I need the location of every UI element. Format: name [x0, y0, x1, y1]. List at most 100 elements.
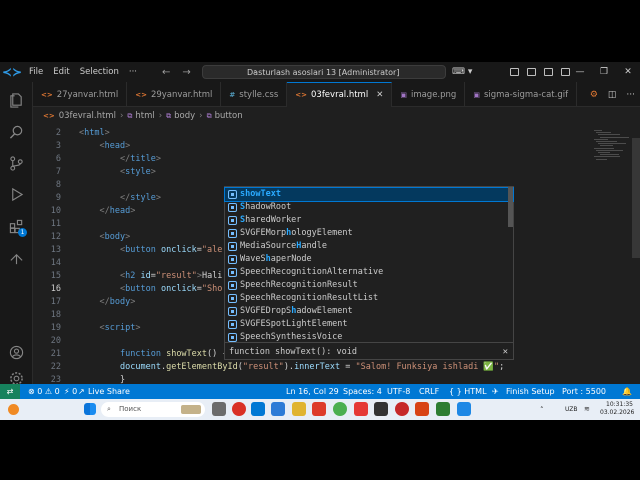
suggest-item[interactable]: WaveShaperNode	[225, 253, 513, 266]
menu-file[interactable]: File	[24, 62, 48, 82]
suggest-item[interactable]: SVGFEMorphologyElement	[225, 227, 513, 240]
live-share-button[interactable]: Live Share	[88, 384, 130, 399]
suggest-detail: function showText(): void ✕	[225, 342, 513, 360]
explorer-icon[interactable]	[0, 86, 33, 114]
indentation[interactable]: Spaces: 4	[343, 384, 382, 399]
app-icon[interactable]	[457, 402, 471, 416]
live-share-icon[interactable]: ↗	[78, 384, 85, 399]
rocket-icon: ✈	[492, 387, 499, 396]
port-button[interactable]: Port : 5500	[562, 384, 606, 399]
forward-arrow-icon[interactable]: →	[176, 67, 196, 78]
weather-icon[interactable]	[8, 404, 19, 415]
open-changes-icon[interactable]: ⚙	[585, 90, 603, 100]
tab-stylle-css[interactable]: # stylle.css	[221, 82, 288, 107]
search-icon[interactable]	[0, 118, 33, 146]
line-number: 22	[50, 362, 61, 372]
menu-edit[interactable]: Edit	[48, 62, 74, 82]
chevron-right-icon: ›	[199, 111, 203, 121]
suggest-item[interactable]: ShadowRoot	[225, 201, 513, 214]
split-editor-icon[interactable]: ◫	[603, 90, 622, 100]
notifications-bell-icon[interactable]: 🔔	[622, 384, 632, 399]
menu-more[interactable]: ···	[124, 62, 142, 82]
html-file-icon: <>	[135, 90, 147, 99]
remote-explorer-icon[interactable]	[0, 244, 33, 272]
app-icon[interactable]	[415, 402, 429, 416]
language-mode[interactable]: { } HTML	[449, 384, 487, 399]
run-debug-icon[interactable]	[0, 180, 33, 208]
command-center-search[interactable]: ⌕ Dasturlash asoslari 13 [Administrator]	[202, 65, 446, 79]
app-icon[interactable]	[374, 402, 388, 416]
code-text: </body>	[99, 297, 136, 307]
code-line[interactable]: 3 <head>	[33, 140, 618, 153]
tab-03fevral[interactable]: <> 03fevral.html ✕	[287, 82, 393, 107]
language-indicator[interactable]: UZB	[565, 406, 578, 413]
end-of-line[interactable]: CRLF	[419, 384, 439, 399]
suggest-item[interactable]: MediaSourceHandle	[225, 240, 513, 253]
code-line[interactable]: 2 <html>	[33, 127, 618, 140]
code-line[interactable]: 22 document.getElementById("result").inne…	[33, 361, 618, 374]
suggest-item[interactable]: SharedWorker	[225, 214, 513, 227]
app-icon[interactable]	[436, 402, 450, 416]
tab-27yanvar[interactable]: <> 27yanvar.html	[33, 82, 128, 107]
problems-indicator[interactable]: ⊗ 0 ⚠ 0	[28, 384, 60, 399]
minimap-line	[600, 154, 619, 156]
editor-scrollbar[interactable]	[632, 138, 640, 258]
suggest-item[interactable]: SpeechRecognitionAlternative	[225, 266, 513, 279]
vscode-taskbar-icon[interactable]	[251, 402, 265, 416]
taskbar-search-placeholder: Поиск	[119, 405, 142, 413]
app-icon[interactable]	[312, 402, 326, 416]
cursor-position[interactable]: Ln 16, Col 29	[286, 384, 339, 399]
task-view-icon[interactable]	[212, 402, 226, 416]
breadcrumb-button[interactable]: button	[215, 111, 243, 121]
suggest-item[interactable]: SVGFESpotLightElement	[225, 318, 513, 331]
more-actions-icon[interactable]: ···	[621, 90, 640, 100]
wifi-icon[interactable]: ≋	[584, 405, 590, 413]
css-file-icon: #	[229, 90, 236, 99]
minimize-icon[interactable]: —	[568, 67, 592, 77]
copilot-icon[interactable]: ⌨ ▾	[452, 62, 472, 82]
chrome-icon[interactable]	[333, 402, 347, 416]
code-line[interactable]: 7 <style>	[33, 166, 618, 179]
breadcrumb-html[interactable]: html	[135, 111, 154, 121]
line-number: 7	[55, 167, 61, 177]
suggest-scrollbar[interactable]	[508, 187, 513, 227]
tray-chevron-icon[interactable]: ˄	[540, 406, 544, 414]
taskbar-search[interactable]: ⌕ Поиск	[101, 402, 205, 417]
menu-selection[interactable]: Selection	[75, 62, 124, 82]
minimap-line	[594, 130, 602, 131]
suggest-item[interactable]: SVGFEDropShadowElement	[225, 305, 513, 318]
code-line[interactable]: 6 </title>	[33, 153, 618, 166]
yandex-browser-icon[interactable]	[232, 402, 246, 416]
toggle-panel-icon[interactable]	[527, 68, 536, 76]
suggest-item[interactable]: showText	[224, 187, 514, 202]
source-control-icon[interactable]	[0, 149, 33, 177]
app-icon[interactable]	[354, 402, 368, 416]
ports-indicator[interactable]: ⚡ 0	[64, 384, 77, 399]
app-icon[interactable]	[395, 402, 409, 416]
app-icon[interactable]	[271, 402, 285, 416]
back-arrow-icon[interactable]: ←	[156, 67, 176, 78]
restore-icon[interactable]: ❐	[592, 67, 616, 77]
tab-sigma-gif[interactable]: ▣ sigma-sigma-cat.gif	[465, 82, 578, 107]
close-icon[interactable]: ✕	[616, 67, 640, 77]
finish-setup-button[interactable]: Finish Setup	[506, 384, 555, 399]
clock-time[interactable]: 10:31:35	[606, 401, 633, 408]
suggest-item[interactable]: SpeechRecognitionResult	[225, 279, 513, 292]
toggle-secondary-sidebar-icon[interactable]	[544, 68, 553, 76]
tab-image-png[interactable]: ▣ image.png	[392, 82, 466, 107]
suggest-item[interactable]: SpeechRecognitionResultList	[225, 292, 513, 305]
extensions-icon[interactable]: 1	[0, 212, 33, 240]
minimap-line	[594, 147, 614, 149]
encoding[interactable]: UTF-8	[387, 384, 410, 399]
clock-date[interactable]: 03.02.2026	[600, 409, 634, 416]
breadcrumb-body[interactable]: body	[174, 111, 195, 121]
toggle-primary-sidebar-icon[interactable]	[510, 68, 519, 76]
close-icon[interactable]: ✕	[503, 343, 508, 361]
close-tab-icon[interactable]: ✕	[376, 90, 383, 100]
accounts-icon[interactable]	[0, 338, 33, 366]
file-explorer-icon[interactable]	[292, 402, 306, 416]
tab-29yanvar[interactable]: <> 29yanvar.html	[127, 82, 222, 107]
windows-start-icon[interactable]	[84, 403, 96, 415]
remote-icon[interactable]: ⇄	[0, 384, 20, 399]
breadcrumb-file[interactable]: 03fevral.html	[59, 111, 116, 121]
